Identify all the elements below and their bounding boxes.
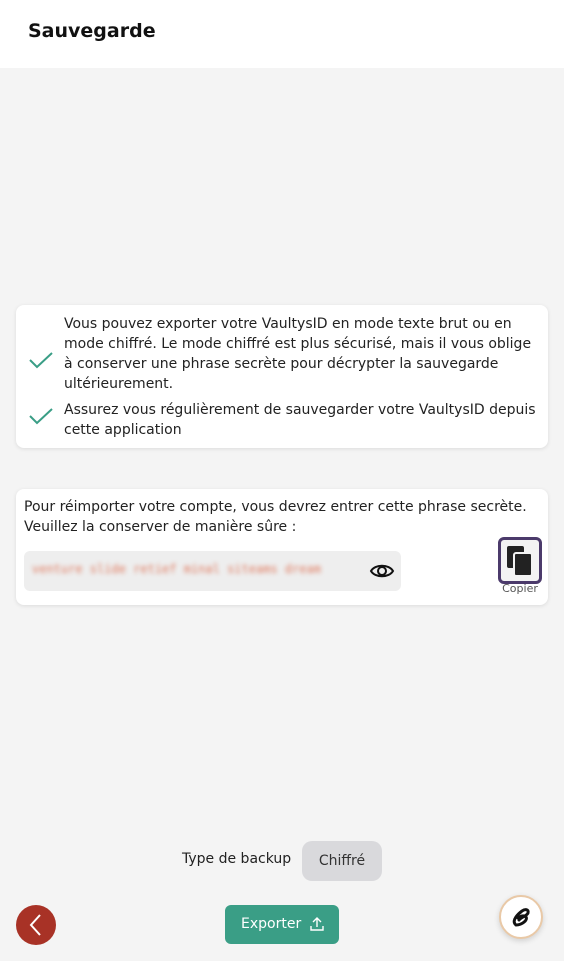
check-icon — [29, 408, 53, 425]
backup-type-label: Type de backup — [182, 851, 292, 867]
secret-phrase-card: Pour réimporter votre compte, vous devre… — [16, 489, 548, 605]
page-title: Sauvegarde — [28, 20, 156, 42]
copy-icon — [507, 546, 533, 577]
app-header: Sauvegarde — [0, 0, 564, 68]
info-text: Assurez vous régulièrement de sauvegarde… — [64, 402, 536, 438]
eye-icon[interactable] — [369, 560, 395, 582]
secret-phrase-value: venture slide retief minal siteams dream — [32, 562, 321, 576]
export-label: Exporter — [241, 916, 302, 932]
secret-description: Pour réimporter votre compte, vous devre… — [24, 499, 527, 535]
back-button[interactable] — [16, 905, 56, 945]
fab-button[interactable] — [499, 895, 543, 939]
export-button[interactable]: Exporter — [225, 905, 339, 944]
upload-icon — [310, 917, 324, 931]
backup-type-select[interactable]: Chiffré — [302, 841, 382, 881]
secret-phrase-field[interactable]: venture slide retief minal siteams dream — [24, 551, 401, 591]
vaultys-logo-icon — [512, 908, 530, 927]
chevron-left-icon — [29, 914, 41, 936]
copy-label: Copier — [502, 582, 538, 595]
info-text: Vous pouvez exporter votre VaultysID en … — [64, 316, 532, 392]
copy-button[interactable] — [498, 537, 542, 584]
info-card: Vous pouvez exporter votre VaultysID en … — [16, 305, 548, 448]
check-icon — [29, 352, 53, 369]
